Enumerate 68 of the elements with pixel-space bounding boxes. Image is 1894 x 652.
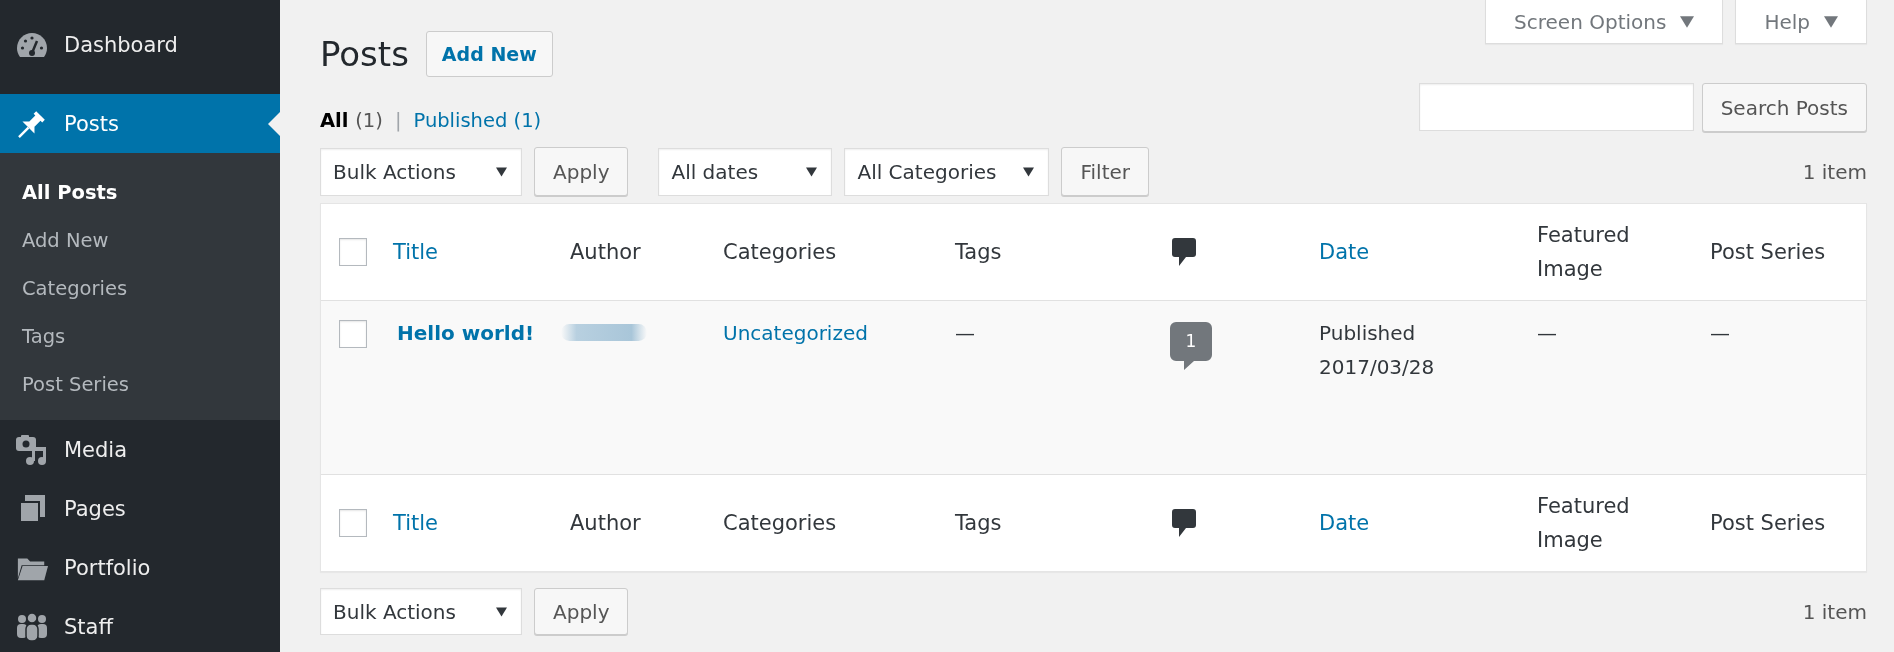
table-cell-text: — <box>1710 320 1730 347</box>
column-header: Author <box>570 239 641 266</box>
submenu-item[interactable]: Add New <box>0 216 280 264</box>
apply-button[interactable]: Apply <box>534 588 629 635</box>
table-cell-text: — <box>1537 320 1557 347</box>
table-cell-text: — <box>955 320 975 347</box>
comment-count-badge[interactable]: 1 <box>1170 322 1212 370</box>
item-count: 1 item <box>1802 159 1867 184</box>
search-field[interactable] <box>1418 83 1694 131</box>
gauge-icon <box>17 32 47 57</box>
category-link[interactable]: Uncategorized <box>723 316 868 350</box>
sortable-column-header[interactable]: Title <box>393 506 438 540</box>
filter-select[interactable]: All dates <box>658 147 833 196</box>
checkbox[interactable] <box>339 320 367 348</box>
comment-icon[interactable] <box>1172 509 1196 537</box>
post-title-link[interactable]: Hello world! <box>397 316 535 350</box>
bulk-actions-select[interactable]: Bulk Actions <box>320 588 522 635</box>
sidebar-menu-item[interactable]: Portfolio <box>0 538 280 597</box>
submenu-item[interactable]: Post Series <box>0 360 280 408</box>
view-filter-link[interactable]: All (1) <box>320 107 383 135</box>
column-header: Tags <box>955 239 1002 266</box>
post-status: Published <box>1319 320 1416 347</box>
view-filter-link[interactable]: Published (1) <box>413 107 542 135</box>
screen-meta-tab[interactable]: Screen Options <box>1485 0 1724 44</box>
caret-icon <box>1824 15 1838 28</box>
caret-icon <box>496 166 507 177</box>
active-pointer-icon <box>268 111 280 136</box>
comment-icon[interactable] <box>1172 238 1196 266</box>
caret-icon <box>806 166 818 177</box>
column-header: Categories <box>723 510 837 537</box>
column-header: Featured Image <box>1537 493 1631 554</box>
column-header: Post Series <box>1710 510 1826 537</box>
people-icon <box>16 612 48 641</box>
column-header: Featured Image <box>1537 222 1631 283</box>
sidebar-menu-item[interactable]: Pages <box>0 479 280 538</box>
views-separator: | <box>394 108 402 134</box>
checkbox[interactable] <box>339 238 367 266</box>
sidebar-menu-item[interactable]: Posts <box>0 94 280 153</box>
search-button[interactable]: Search Posts <box>1701 83 1867 132</box>
column-header: Tags <box>955 510 1002 537</box>
sidebar-menu-item[interactable]: Media <box>0 420 280 479</box>
camera-note-icon <box>16 434 48 465</box>
sidebar-menu-item[interactable]: Dashboard <box>0 15 280 74</box>
sortable-column-header[interactable]: Title <box>393 235 438 269</box>
bulk-actions-select[interactable]: Bulk Actions <box>320 147 522 196</box>
caret-icon <box>496 606 507 617</box>
sortable-column-header[interactable]: Date <box>1319 506 1370 540</box>
add-new-button[interactable]: Add New <box>425 31 553 77</box>
pages-icon <box>19 494 45 523</box>
checkbox[interactable] <box>339 509 367 537</box>
submenu-item[interactable]: Tags <box>0 312 280 360</box>
post-date: 2017/03/28 <box>1319 354 1435 381</box>
column-header: Categories <box>723 239 837 266</box>
item-count: 1 item <box>1802 599 1867 624</box>
pushpin-icon <box>18 109 46 138</box>
filter-button[interactable]: Filter <box>1061 147 1149 196</box>
apply-button[interactable]: Apply <box>534 147 629 196</box>
caret-icon <box>1680 15 1695 28</box>
page-title: Posts <box>320 33 409 76</box>
screen-meta-tab[interactable]: Help <box>1735 0 1867 44</box>
sidebar-menu-item[interactable]: Staff <box>0 597 280 652</box>
column-header: Post Series <box>1710 239 1826 266</box>
column-header: Author <box>570 510 641 537</box>
caret-icon <box>1023 166 1035 177</box>
sortable-column-header[interactable]: Date <box>1319 235 1370 269</box>
submenu-item[interactable]: All Posts <box>0 168 280 216</box>
filter-select[interactable]: All Categories <box>844 147 1050 196</box>
submenu-item[interactable]: Categories <box>0 264 280 312</box>
